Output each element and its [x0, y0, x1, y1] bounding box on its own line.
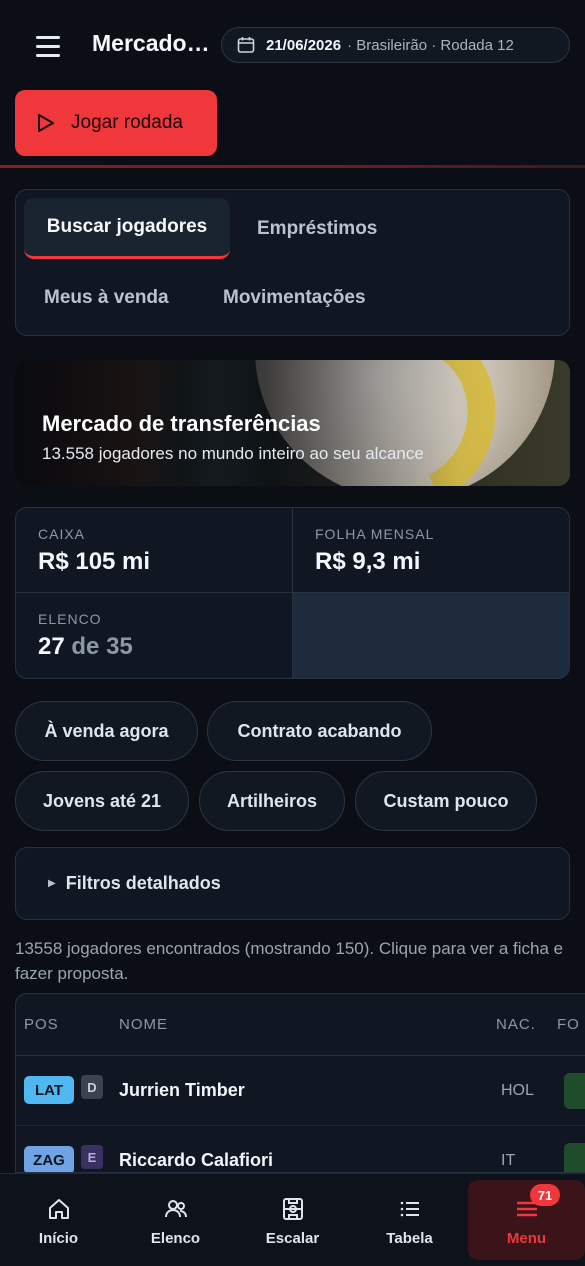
- market-banner: Mercado de transferências 13.558 jogador…: [15, 360, 570, 486]
- stat-folha: FOLHA MENSAL R$ 9,3 mi: [293, 508, 569, 593]
- nav-inicio-label: Início: [38, 1230, 79, 1247]
- banner-subtitle: 13.558 jogadores no mundo inteiro ao seu…: [42, 444, 424, 463]
- table-row[interactable]: ZAG E Riccardo Calafiori IT: [16, 1126, 585, 1172]
- table-row[interactable]: LAT D Jurrien Timber HOL: [16, 1056, 585, 1126]
- tab-buscar-jogadores[interactable]: Buscar jogadores: [24, 198, 230, 259]
- results-summary: 13558 jogadores encontrados (mostrando 1…: [15, 939, 564, 983]
- col-nat[interactable]: NAC.: [496, 1016, 536, 1033]
- round-context: · Brasileirão · Rodada 12: [347, 36, 514, 54]
- nav-tabela[interactable]: Tabela: [351, 1174, 468, 1266]
- stat-elenco-label: ELENCO: [38, 611, 102, 627]
- hamburger-menu-icon[interactable]: [36, 36, 60, 58]
- col-pos[interactable]: POS: [24, 1016, 59, 1033]
- detailed-filters-label: Filtros detalhados: [65, 873, 221, 893]
- chip-artilheiros[interactable]: Artilheiros: [199, 771, 345, 831]
- detailed-filters-toggle[interactable]: ▶ Filtros detalhados: [15, 847, 570, 920]
- club-stats-grid: CAIXA R$ 105 mi FOLHA MENSAL R$ 9,3 mi E…: [15, 507, 570, 679]
- chip-a-venda-agora[interactable]: À venda agora: [15, 701, 198, 761]
- player-nationality: HOL: [501, 1082, 534, 1099]
- elenco-max: 35: [106, 633, 133, 660]
- player-name: Jurrien Timber: [119, 1080, 245, 1100]
- stat-caixa: CAIXA R$ 105 mi: [16, 508, 293, 593]
- stat-folha-label: FOLHA MENSAL: [315, 526, 435, 542]
- play-round-button[interactable]: Jogar rodada: [15, 90, 217, 156]
- page-title: Mercado de transferências: [92, 30, 210, 56]
- nav-escalar[interactable]: Escalar: [234, 1174, 351, 1266]
- col-fo[interactable]: FO: [557, 1016, 580, 1033]
- market-tabs: Buscar jogadores Empréstimos Meus à vend…: [15, 189, 570, 336]
- play-icon: [38, 114, 54, 132]
- table-header: POS NOME NAC. FO: [16, 994, 585, 1056]
- stat-folha-value: R$ 9,3 mi: [315, 548, 421, 575]
- grade-badge: E: [81, 1145, 103, 1169]
- transfer-market-page: Mercado de transferências 21/06/2026 · B…: [0, 0, 585, 1266]
- chip-custam-pouco[interactable]: Custam pouco: [355, 771, 537, 831]
- player-nationality: IT: [501, 1152, 516, 1169]
- stat-caixa-value: R$ 105 mi: [38, 548, 151, 575]
- home-icon: [48, 1199, 69, 1219]
- calendar-icon: [237, 37, 255, 53]
- tab-meus-a-venda[interactable]: Meus à venda: [44, 283, 169, 313]
- nav-menu-label: Menu: [506, 1230, 547, 1247]
- header-divider: [0, 165, 585, 168]
- nav-menu[interactable]: Menu 71: [468, 1180, 585, 1260]
- bottom-navigation: Início Elenco Escalar Tabela Menu 71: [0, 1173, 585, 1266]
- player-form-cell: [564, 1143, 585, 1172]
- position-badge: ZAG: [24, 1146, 74, 1172]
- grade-badge: D: [81, 1075, 103, 1099]
- elenco-count: 27: [38, 633, 65, 660]
- play-round-label: Jogar rodada: [71, 112, 183, 133]
- tab-emprestimos[interactable]: Empréstimos: [257, 214, 377, 244]
- stat-empty-cell: [293, 593, 569, 678]
- round-info-pill: 21/06/2026 · Brasileirão · Rodada 12: [221, 27, 570, 63]
- nav-escalar-label: Escalar: [265, 1230, 320, 1247]
- nav-elenco-label: Elenco: [150, 1230, 201, 1247]
- users-icon: [164, 1200, 187, 1218]
- notification-badge: 71: [530, 1184, 560, 1206]
- chip-jovens-ate-21[interactable]: Jovens até 21: [15, 771, 189, 831]
- list-icon: [400, 1201, 419, 1217]
- tab-movimentacoes[interactable]: Movimentações: [223, 283, 366, 313]
- chip-contrato-acabando[interactable]: Contrato acabando: [207, 701, 432, 761]
- stat-elenco-value: 27 de 35: [38, 633, 270, 661]
- stat-caixa-label: CAIXA: [38, 526, 86, 542]
- player-name: Riccardo Calafiori: [119, 1150, 274, 1170]
- banner-title: Mercado de transferências: [42, 411, 321, 436]
- col-name[interactable]: NOME: [119, 1016, 168, 1033]
- caret-right-icon: ▶: [48, 878, 56, 889]
- position-badge: LAT: [24, 1076, 74, 1104]
- nav-inicio[interactable]: Início: [0, 1174, 117, 1266]
- current-date: 21/06/2026: [266, 36, 342, 54]
- players-table: POS NOME NAC. FO LAT D Jurrien Timber HO…: [15, 993, 585, 1173]
- top-bar: Mercado de transferências 21/06/2026 · B…: [0, 0, 585, 90]
- nav-tabela-label: Tabela: [386, 1230, 433, 1247]
- player-form-cell: [564, 1073, 585, 1109]
- pitch-icon: [282, 1198, 303, 1220]
- nav-elenco[interactable]: Elenco: [117, 1174, 234, 1266]
- stat-elenco: ELENCO 27 de 35: [16, 593, 293, 678]
- elenco-sep: de: [71, 633, 100, 660]
